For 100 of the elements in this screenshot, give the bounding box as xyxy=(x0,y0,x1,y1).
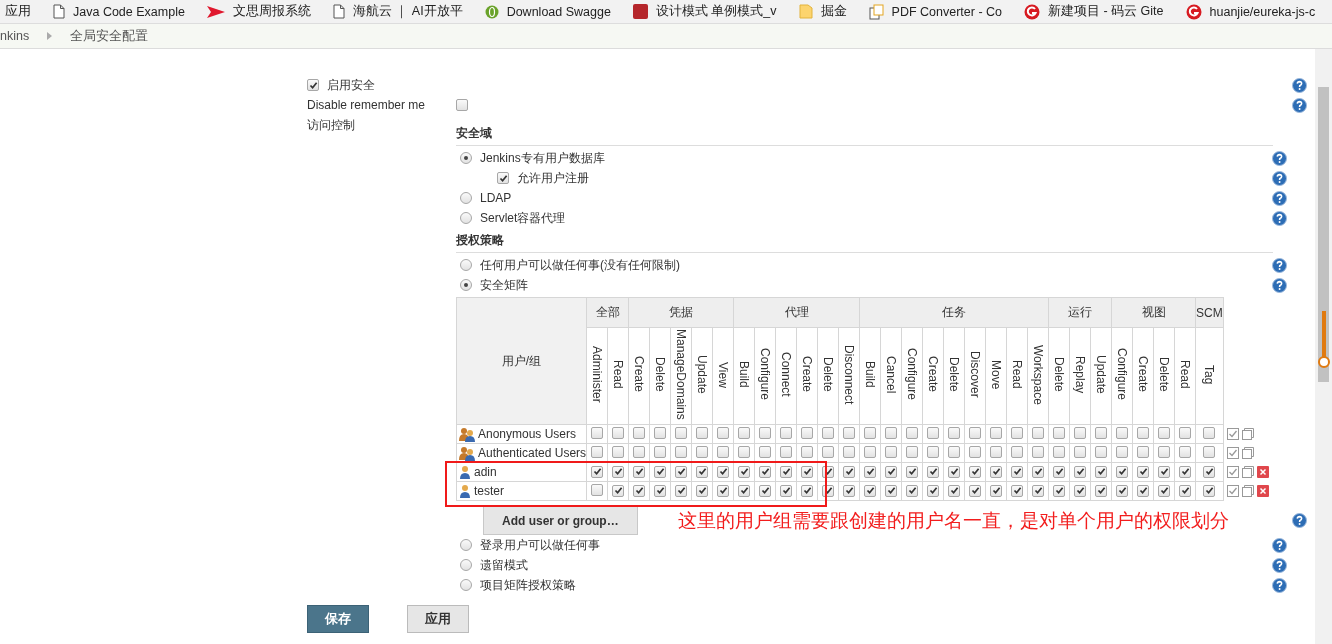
checkbox[interactable] xyxy=(1158,465,1171,478)
checkbox[interactable] xyxy=(1158,484,1171,497)
bookmark[interactable]: 文思周报系统 xyxy=(232,3,311,20)
checkbox[interactable] xyxy=(1032,465,1045,478)
checkbox[interactable] xyxy=(1203,465,1216,478)
checkbox[interactable] xyxy=(497,172,509,184)
checkbox[interactable] xyxy=(1011,484,1024,497)
checkbox[interactable] xyxy=(654,484,667,497)
checkbox[interactable] xyxy=(801,426,814,439)
checkbox[interactable] xyxy=(307,79,319,91)
checkbox[interactable] xyxy=(1095,484,1108,497)
checkbox[interactable] xyxy=(990,445,1003,458)
save-button[interactable]: 保存 xyxy=(307,605,369,633)
checkbox[interactable] xyxy=(1203,426,1216,439)
checkbox[interactable] xyxy=(717,426,730,439)
checkbox[interactable] xyxy=(1179,445,1192,458)
bookmark[interactable]: Download Swagge xyxy=(506,4,611,19)
checkbox[interactable] xyxy=(885,465,898,478)
checkbox[interactable] xyxy=(969,426,982,439)
checkbox[interactable] xyxy=(948,445,961,458)
checkbox[interactable] xyxy=(948,426,961,439)
checkbox[interactable] xyxy=(759,484,772,497)
checkbox[interactable] xyxy=(1158,426,1171,439)
checkbox[interactable] xyxy=(948,465,961,478)
checkbox[interactable] xyxy=(927,445,940,458)
delete-icon[interactable] xyxy=(1256,465,1269,478)
checkbox[interactable] xyxy=(969,484,982,497)
radio-button[interactable] xyxy=(460,559,472,571)
add-user-button[interactable]: Add user or group… xyxy=(483,506,638,535)
checkbox[interactable] xyxy=(1203,445,1216,458)
select-all-icon[interactable] xyxy=(1226,465,1239,478)
checkbox[interactable] xyxy=(591,483,604,496)
checkbox[interactable] xyxy=(801,445,814,458)
breadcrumb-link[interactable]: 全局安全配置 xyxy=(70,27,149,45)
checkbox[interactable] xyxy=(696,465,709,478)
help-icon[interactable] xyxy=(1292,513,1307,528)
radio-button[interactable] xyxy=(460,579,472,591)
bookmark[interactable]: 海航云 ｜ AI开放平 xyxy=(352,3,463,20)
checkbox[interactable] xyxy=(801,484,814,497)
checkbox[interactable] xyxy=(456,99,468,111)
checkbox[interactable] xyxy=(612,426,625,439)
checkbox[interactable] xyxy=(1179,484,1192,497)
bookmark[interactable]: huanjie/eureka-js-c xyxy=(1209,4,1316,19)
checkbox[interactable] xyxy=(969,465,982,478)
bookmark[interactable]: PDF Converter - Co xyxy=(891,4,1003,19)
checkbox[interactable] xyxy=(759,445,772,458)
checkbox[interactable] xyxy=(1074,445,1087,458)
checkbox[interactable] xyxy=(822,445,835,458)
checkbox[interactable] xyxy=(822,426,835,439)
checkbox[interactable] xyxy=(1116,445,1129,458)
checkbox[interactable] xyxy=(1053,465,1066,478)
help-icon[interactable] xyxy=(1272,170,1287,186)
select-all-icon[interactable] xyxy=(1226,446,1239,459)
checkbox[interactable] xyxy=(738,426,751,439)
checkbox[interactable] xyxy=(1179,426,1192,439)
checkbox[interactable] xyxy=(633,484,646,497)
help-icon[interactable] xyxy=(1272,257,1287,273)
checkbox[interactable] xyxy=(1137,484,1150,497)
checkbox[interactable] xyxy=(1203,484,1216,497)
copy-icon[interactable] xyxy=(1241,465,1254,478)
checkbox[interactable] xyxy=(885,445,898,458)
checkbox[interactable] xyxy=(612,484,625,497)
checkbox[interactable] xyxy=(864,484,877,497)
checkbox[interactable] xyxy=(1116,426,1129,439)
copy-icon[interactable] xyxy=(1241,446,1254,459)
checkbox[interactable] xyxy=(633,465,646,478)
help-icon[interactable] xyxy=(1272,277,1287,293)
checkbox[interactable] xyxy=(612,465,625,478)
checkbox[interactable] xyxy=(969,445,982,458)
checkbox[interactable] xyxy=(1179,465,1192,478)
checkbox[interactable] xyxy=(864,465,877,478)
checkbox[interactable] xyxy=(738,465,751,478)
apply-button[interactable]: 应用 xyxy=(407,605,469,633)
checkbox[interactable] xyxy=(864,445,877,458)
checkbox[interactable] xyxy=(717,465,730,478)
checkbox[interactable] xyxy=(738,484,751,497)
checkbox[interactable] xyxy=(759,426,772,439)
copy-icon[interactable] xyxy=(1241,484,1254,497)
checkbox[interactable] xyxy=(780,426,793,439)
checkbox[interactable] xyxy=(990,426,1003,439)
bookmark[interactable]: Java Code Example xyxy=(73,4,185,19)
checkbox[interactable] xyxy=(1011,465,1024,478)
bookmark[interactable]: 设计模式 单例模式_v xyxy=(655,3,777,20)
checkbox[interactable] xyxy=(717,484,730,497)
checkbox[interactable] xyxy=(780,445,793,458)
help-icon[interactable] xyxy=(1272,190,1287,206)
help-icon[interactable] xyxy=(1272,210,1287,226)
radio-button[interactable] xyxy=(460,192,472,204)
checkbox[interactable] xyxy=(1032,426,1045,439)
checkbox[interactable] xyxy=(1074,426,1087,439)
checkbox[interactable] xyxy=(1053,484,1066,497)
help-icon[interactable] xyxy=(1272,150,1287,166)
copy-icon[interactable] xyxy=(1241,427,1254,440)
checkbox[interactable] xyxy=(843,484,856,497)
checkbox[interactable] xyxy=(1095,426,1108,439)
radio-button[interactable] xyxy=(460,152,472,164)
checkbox[interactable] xyxy=(591,445,604,458)
radio-button[interactable] xyxy=(460,259,472,271)
checkbox[interactable] xyxy=(654,465,667,478)
checkbox[interactable] xyxy=(990,484,1003,497)
